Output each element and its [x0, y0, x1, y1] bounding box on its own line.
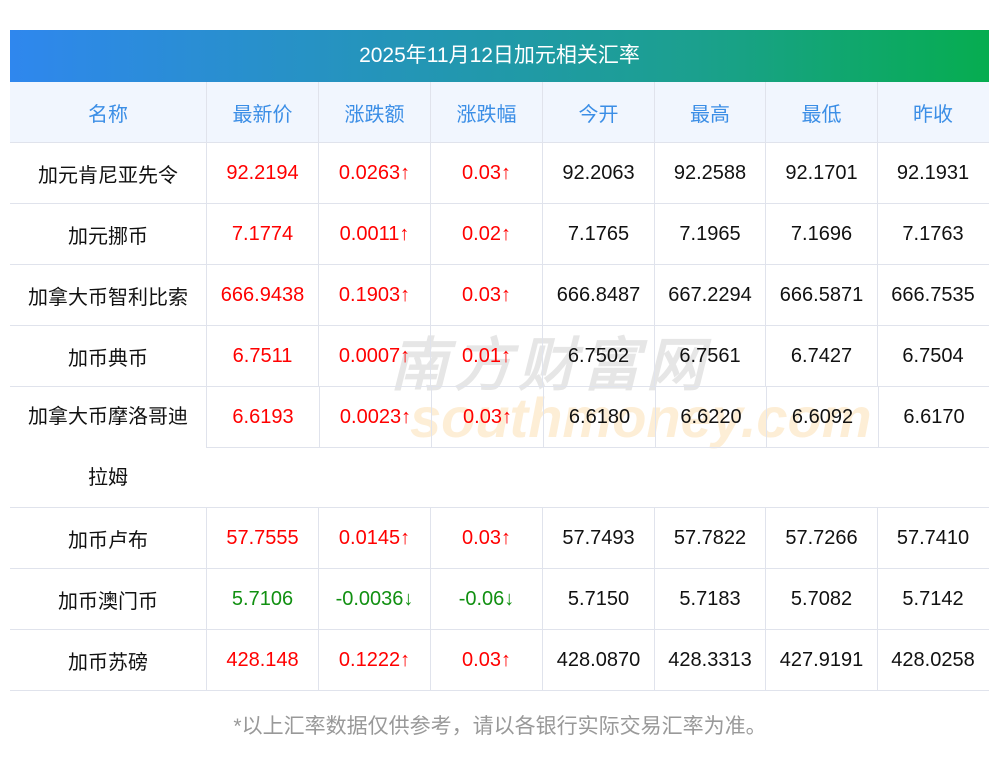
column-header: 涨跌额	[318, 82, 430, 142]
cell-price: 428.148	[206, 630, 318, 690]
cell-name-line: 拉姆	[88, 466, 128, 489]
cell-high: 92.2588	[654, 143, 765, 203]
cell-price: 6.6193	[232, 405, 294, 428]
table-row: 加拿大币摩洛哥迪 拉姆 6.6193 0.0023↑ 0.03↑ 6.6180 6.6220…	[10, 387, 989, 508]
cell-price: 666.9438	[206, 265, 318, 325]
cell-high: 6.7561	[654, 326, 765, 386]
cell-open: 666.8487	[542, 265, 654, 325]
cell-name: 加币典币	[68, 347, 148, 370]
cell-prev: 6.7504	[877, 326, 988, 386]
cell-prev: 7.1763	[877, 204, 988, 264]
cell-open: 57.7493	[542, 508, 654, 568]
cell-name: 加币苏磅	[68, 651, 148, 674]
cell-open: 7.1765	[542, 204, 654, 264]
table-row: 加币苏磅 428.148 0.1222↑ 0.03↑ 428.0870 428.3313 4…	[10, 630, 989, 691]
cell-low: 7.1696	[765, 204, 877, 264]
cell-prev: 666.7535	[877, 265, 988, 325]
rate-table: 2025年11月12日加元相关汇率 名称 最新价 涨跌额 涨跌幅 今开 最高 最低 昨收 加元…	[10, 30, 989, 691]
cell-prev: 57.7410	[877, 508, 988, 568]
cell-name: 加币澳门币	[58, 590, 158, 613]
table-row: 加拿大币智利比索 666.9438 0.1903↑ 0.03↑ 666.8487 667.…	[10, 265, 989, 326]
cell-chg: 0.0023↑	[319, 387, 431, 447]
cell-price: 92.2194	[206, 143, 318, 203]
cell-low: 6.6092	[766, 387, 878, 447]
table-row: 加元挪币 7.1774 0.0011↑ 0.02↑ 7.1765 7.1965 7.1696…	[10, 204, 989, 265]
cell-low: 92.1701	[765, 143, 877, 203]
table-title: 2025年11月12日加元相关汇率	[10, 30, 989, 82]
cell-pct: 0.03↑	[430, 143, 542, 203]
cell-low: 5.7082	[765, 569, 877, 629]
cell-chg: 0.0263↑	[318, 143, 430, 203]
cell-name: 加币卢布	[68, 529, 148, 552]
column-header: 最低	[765, 82, 877, 142]
cell-chg: -0.0036↓	[318, 569, 430, 629]
column-header: 最新价	[206, 82, 318, 142]
cell-high: 5.7183	[654, 569, 765, 629]
cell-chg: 0.0145↑	[318, 508, 430, 568]
column-header: 今开	[542, 82, 654, 142]
cell-pct: 0.01↑	[430, 326, 542, 386]
cell-chg: 0.0011↑	[318, 204, 430, 264]
cell-high: 6.6220	[655, 387, 766, 447]
cell-name: 加元肯尼亚先令	[38, 164, 178, 187]
cell-low: 57.7266	[765, 508, 877, 568]
cell-prev: 92.1931	[877, 143, 988, 203]
column-header: 名称	[88, 103, 128, 126]
cell-high: 7.1965	[654, 204, 765, 264]
cell-open: 6.7502	[542, 326, 654, 386]
cell-pct: 0.03↑	[430, 508, 542, 568]
cell-price: 5.7106	[206, 569, 318, 629]
cell-open: 6.6180	[543, 387, 655, 447]
column-header: 昨收	[877, 82, 988, 142]
header-row: 名称 最新价 涨跌额 涨跌幅 今开 最高 最低 昨收	[10, 82, 989, 143]
cell-name: 加拿大币摩洛哥迪 拉姆	[10, 387, 206, 508]
cell-name: 加元挪币	[68, 225, 148, 248]
table-row: 加币澳门币 5.7106 -0.0036↓ -0.06↓ 5.7150 5.7183 5.7…	[10, 569, 989, 630]
cell-pct: 0.03↑	[430, 630, 542, 690]
table-row: 加币卢布 57.7555 0.0145↑ 0.03↑ 57.7493 57.7822 57.…	[10, 508, 989, 569]
cell-name: 加拿大币智利比索	[28, 286, 188, 309]
cell-price: 7.1774	[206, 204, 318, 264]
cell-prev: 5.7142	[877, 569, 988, 629]
cell-pct: -0.06↓	[430, 569, 542, 629]
cell-price: 6.7511	[206, 326, 318, 386]
cell-pct: 0.03↑	[430, 265, 542, 325]
cell-chg: 0.1222↑	[318, 630, 430, 690]
cell-chg: 0.1903↑	[318, 265, 430, 325]
cell-low: 427.9191	[765, 630, 877, 690]
cell-prev: 6.6170	[878, 387, 989, 447]
cell-high: 428.3313	[654, 630, 765, 690]
disclaimer: *以上汇率数据仅供参考，请以各银行实际交易汇率为准。	[233, 715, 767, 738]
cell-price: 57.7555	[206, 508, 318, 568]
cell-high: 57.7822	[654, 508, 765, 568]
cell-pct: 0.03↑	[431, 387, 543, 447]
cell-open: 428.0870	[542, 630, 654, 690]
cell-name-line: 加拿大币摩洛哥迪	[28, 405, 188, 428]
cell-chg: 0.0007↑	[318, 326, 430, 386]
cell-low: 666.5871	[765, 265, 877, 325]
cell-high: 667.2294	[654, 265, 765, 325]
column-header: 涨跌幅	[430, 82, 542, 142]
cell-open: 5.7150	[542, 569, 654, 629]
cell-prev: 428.0258	[877, 630, 988, 690]
cell-pct: 0.02↑	[430, 204, 542, 264]
table-row: 加元肯尼亚先令 92.2194 0.0263↑ 0.03↑ 92.2063 92.2588…	[10, 143, 989, 204]
column-header: 最高	[654, 82, 765, 142]
cell-open: 92.2063	[542, 143, 654, 203]
table-row: 加币典币 6.7511 0.0007↑ 0.01↑ 6.7502 6.7561 6.7427…	[10, 326, 989, 387]
cell-low: 6.7427	[765, 326, 877, 386]
